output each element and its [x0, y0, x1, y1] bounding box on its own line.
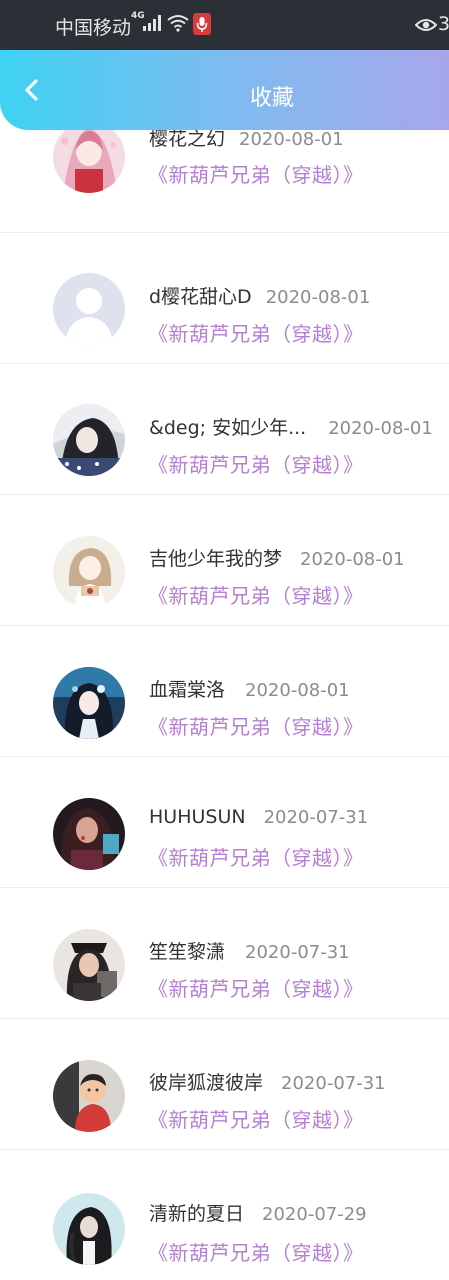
- list-item[interactable]: 血霜棠洛 2020-08-01 《新葫芦兄弟（穿越）》: [0, 626, 449, 757]
- list-item[interactable]: d樱花甜心D 2020-08-01 《新葫芦兄弟（穿越）》: [0, 233, 449, 364]
- user-avatar[interactable]: [53, 1193, 125, 1265]
- list-item[interactable]: 吉他少年我的梦 2020-08-01 《新葫芦兄弟（穿越）》: [0, 495, 449, 626]
- user-name: 樱花之幻 2020-08-01: [149, 130, 344, 151]
- book-title-link[interactable]: 《新葫芦兄弟（穿越）》: [148, 1104, 364, 1133]
- user-name-text: 笙笙黎潇: [149, 941, 226, 963]
- favorite-date: 2020-07-31: [245, 942, 350, 963]
- user-avatar[interactable]: [53, 130, 125, 193]
- list-item[interactable]: HUHUSUN 2020-07-31 《新葫芦兄弟（穿越）》: [0, 757, 449, 888]
- microphone-icon: [193, 13, 211, 35]
- user-name-text: 吉他少年我的梦: [149, 548, 283, 570]
- favorite-date: 2020-08-01: [328, 418, 433, 439]
- user-name: 吉他少年我的梦 2020-08-01: [149, 544, 405, 571]
- user-avatar[interactable]: [53, 929, 125, 1001]
- user-avatar[interactable]: [53, 667, 125, 739]
- user-name-text: 血霜棠洛: [149, 679, 226, 701]
- user-name-text: &deg; 安如少年...: [149, 417, 307, 439]
- book-title-link[interactable]: 《新葫芦兄弟（穿越）》: [148, 580, 364, 609]
- user-name-text: HUHUSUN: [149, 806, 246, 828]
- user-name-text: 清新的夏日: [149, 1203, 245, 1225]
- favorite-date: 2020-08-01: [239, 130, 344, 150]
- user-name-text: 樱花之幻: [149, 130, 226, 150]
- book-title-link[interactable]: 《新葫芦兄弟（穿越）》: [148, 711, 364, 740]
- status-right-text: 3: [438, 13, 449, 35]
- eye-icon: [415, 19, 437, 31]
- page-title: 收藏: [249, 86, 294, 111]
- user-avatar[interactable]: [53, 273, 125, 345]
- favorite-date: 2020-07-29: [262, 1204, 367, 1225]
- list-item[interactable]: 彼岸狐渡彼岸 2020-07-31 《新葫芦兄弟（穿越）》: [0, 1019, 449, 1150]
- status-bar: 中国移动 4G 3: [0, 0, 449, 50]
- wifi-icon: [167, 15, 189, 32]
- book-title-link[interactable]: 《新葫芦兄弟（穿越）》: [148, 449, 364, 478]
- user-name: 血霜棠洛 2020-08-01: [149, 675, 350, 702]
- favorite-date: 2020-08-01: [300, 549, 405, 570]
- user-name: 彼岸狐渡彼岸 2020-07-31: [149, 1068, 386, 1095]
- book-title-link[interactable]: 《新葫芦兄弟（穿越）》: [148, 159, 364, 188]
- user-avatar[interactable]: [53, 536, 125, 608]
- favorite-date: 2020-07-31: [281, 1073, 386, 1094]
- user-name: &deg; 安如少年... 2020-08-01: [149, 413, 433, 440]
- user-name: 笙笙黎潇 2020-07-31: [149, 937, 350, 964]
- favorite-date: 2020-08-01: [245, 680, 350, 701]
- user-name: 清新的夏日 2020-07-29: [149, 1199, 367, 1226]
- user-avatar[interactable]: [53, 798, 125, 870]
- list-item[interactable]: 清新的夏日 2020-07-29 《新葫芦兄弟（穿越）》: [0, 1150, 449, 1280]
- user-name: d樱花甜心D 2020-08-01: [149, 282, 370, 309]
- list-item[interactable]: 笙笙黎潇 2020-07-31 《新葫芦兄弟（穿越）》: [0, 888, 449, 1019]
- user-name-text: d樱花甜心D: [149, 286, 252, 308]
- book-title-link[interactable]: 《新葫芦兄弟（穿越）》: [148, 973, 364, 1002]
- signal-icon: [143, 15, 161, 31]
- book-title-link[interactable]: 《新葫芦兄弟（穿越）》: [148, 842, 364, 871]
- user-avatar[interactable]: [53, 404, 125, 476]
- carrier-label: 中国移动: [55, 17, 132, 39]
- header-bar: 收藏: [0, 50, 449, 130]
- book-title-link[interactable]: 《新葫芦兄弟（穿越）》: [148, 318, 364, 347]
- list-item[interactable]: 樱花之幻 2020-08-01 《新葫芦兄弟（穿越）》: [0, 130, 449, 233]
- favorite-date: 2020-08-01: [265, 287, 371, 308]
- book-title-link[interactable]: 《新葫芦兄弟（穿越）》: [148, 1237, 364, 1266]
- user-name: HUHUSUN 2020-07-31: [149, 806, 368, 828]
- user-name-text: 彼岸狐渡彼岸: [149, 1072, 264, 1094]
- favorite-date: 2020-07-31: [263, 807, 369, 828]
- user-avatar[interactable]: [53, 1060, 125, 1132]
- list-item[interactable]: &deg; 安如少年... 2020-08-01 《新葫芦兄弟（穿越）》: [0, 364, 449, 495]
- favorites-list: 樱花之幻 2020-08-01 《新葫芦兄弟（穿越）》 d樱花甜心D 2020-08…: [0, 130, 449, 1280]
